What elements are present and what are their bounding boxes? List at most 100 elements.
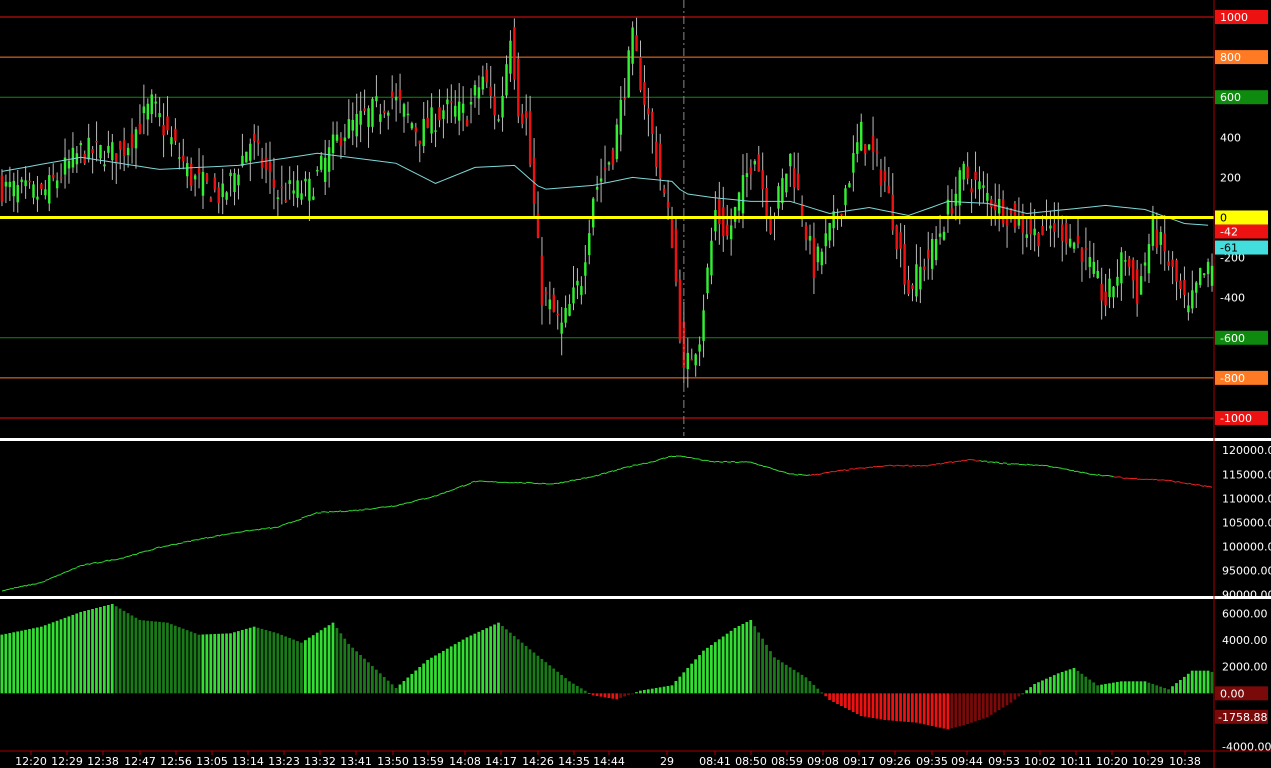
histogram-bar xyxy=(307,637,311,694)
histogram-bar xyxy=(863,693,867,717)
candle-body xyxy=(1053,223,1056,232)
histogram-bar xyxy=(891,693,895,721)
histogram-bar xyxy=(895,693,898,721)
candle-body xyxy=(938,233,942,237)
histogram-bar xyxy=(453,644,457,694)
candle-body xyxy=(658,143,662,179)
histogram-bar xyxy=(457,641,461,694)
candle-body xyxy=(1029,216,1032,235)
x-tick-label: 10:38 xyxy=(1169,755,1201,768)
histogram-bar xyxy=(28,629,31,694)
candle-body xyxy=(461,103,465,113)
histogram-bar xyxy=(311,635,315,694)
histogram-bar xyxy=(406,677,410,694)
histogram-bar xyxy=(1017,693,1021,697)
histogram-bar xyxy=(670,685,674,694)
histogram-bar xyxy=(512,636,516,694)
histogram-bar xyxy=(233,632,236,694)
histogram-bar xyxy=(1147,682,1151,694)
candle-body xyxy=(647,108,650,115)
histogram-bar xyxy=(1123,681,1127,694)
histogram-bar xyxy=(780,662,784,694)
candle-body xyxy=(327,147,331,172)
histogram-bar xyxy=(449,646,453,694)
equity-segment xyxy=(762,465,767,468)
histogram-bar xyxy=(575,686,579,694)
histogram-bar xyxy=(867,693,871,718)
candle-body xyxy=(162,124,165,136)
equity-segment xyxy=(344,510,349,513)
histogram-bar xyxy=(1056,673,1060,694)
equity-segment xyxy=(222,533,227,536)
candle-body xyxy=(1167,261,1170,266)
x-tick-label: 10:29 xyxy=(1132,755,1164,768)
histogram-bar xyxy=(1076,670,1080,694)
histogram-bar xyxy=(276,633,280,694)
candle-body xyxy=(1198,268,1202,285)
histogram-bar xyxy=(702,650,705,694)
histogram-bar xyxy=(185,630,189,694)
histogram-bar xyxy=(954,693,958,728)
candle-body xyxy=(576,280,579,286)
y-tick-label: 6000.00 xyxy=(1222,607,1268,620)
candle-body xyxy=(686,352,690,370)
histogram-bar xyxy=(240,630,244,694)
histogram-bar xyxy=(374,669,378,694)
histogram-bar xyxy=(126,613,130,694)
histogram-bar xyxy=(753,626,757,694)
histogram-bar xyxy=(887,693,891,721)
candle-body xyxy=(8,181,12,188)
candle-body xyxy=(126,147,130,156)
y-tick-label: 115000.00 xyxy=(1222,468,1271,481)
candle-body xyxy=(473,84,477,96)
histogram-bar xyxy=(1139,681,1143,694)
candle-body xyxy=(256,140,260,144)
candle-body xyxy=(493,96,496,116)
candle-body xyxy=(816,246,820,263)
histogram-bar xyxy=(1202,670,1206,694)
histogram-bar xyxy=(788,667,792,694)
histogram-bar xyxy=(87,610,90,694)
candle-body xyxy=(804,225,808,240)
histogram-bar xyxy=(378,673,382,694)
candle-body xyxy=(118,141,122,150)
candle-body xyxy=(245,151,248,163)
histogram-bar xyxy=(75,613,79,694)
candle-body xyxy=(623,98,626,100)
x-tick-label: 14:08 xyxy=(449,755,481,768)
histogram-bar xyxy=(465,637,469,694)
equity-segment xyxy=(1038,464,1043,467)
candle-body xyxy=(394,96,398,101)
histogram-bar xyxy=(761,638,764,694)
candle-body xyxy=(406,113,410,116)
histogram-bar xyxy=(1009,693,1013,703)
candle-body xyxy=(1064,222,1068,244)
equity-segment xyxy=(920,465,925,467)
histogram-bar xyxy=(398,684,402,694)
histogram-bar xyxy=(146,620,150,694)
histogram-bar xyxy=(355,651,358,694)
candle-body xyxy=(942,231,946,240)
candle-body xyxy=(32,184,35,198)
candle-body xyxy=(402,104,406,117)
candle-body xyxy=(67,160,71,169)
candle-body xyxy=(217,187,220,204)
candle-body xyxy=(580,286,583,295)
y-tick-label: 2000.00 xyxy=(1222,661,1268,674)
histogram-bar xyxy=(1048,676,1052,694)
equity-segment xyxy=(943,461,949,464)
candle-body xyxy=(698,344,701,352)
histogram-bar xyxy=(922,693,926,725)
equity-segment xyxy=(865,466,870,469)
histogram-bar xyxy=(418,667,422,694)
histogram-bar xyxy=(1163,688,1167,694)
candle-body xyxy=(706,267,709,293)
candle-body xyxy=(497,119,500,121)
histogram-bar xyxy=(544,662,548,694)
histogram-bar xyxy=(386,680,390,694)
histogram-bar xyxy=(623,693,627,697)
candle-body xyxy=(209,198,213,202)
candle-body xyxy=(678,279,682,341)
histogram-bar xyxy=(765,644,768,694)
histogram-bar xyxy=(619,693,623,698)
